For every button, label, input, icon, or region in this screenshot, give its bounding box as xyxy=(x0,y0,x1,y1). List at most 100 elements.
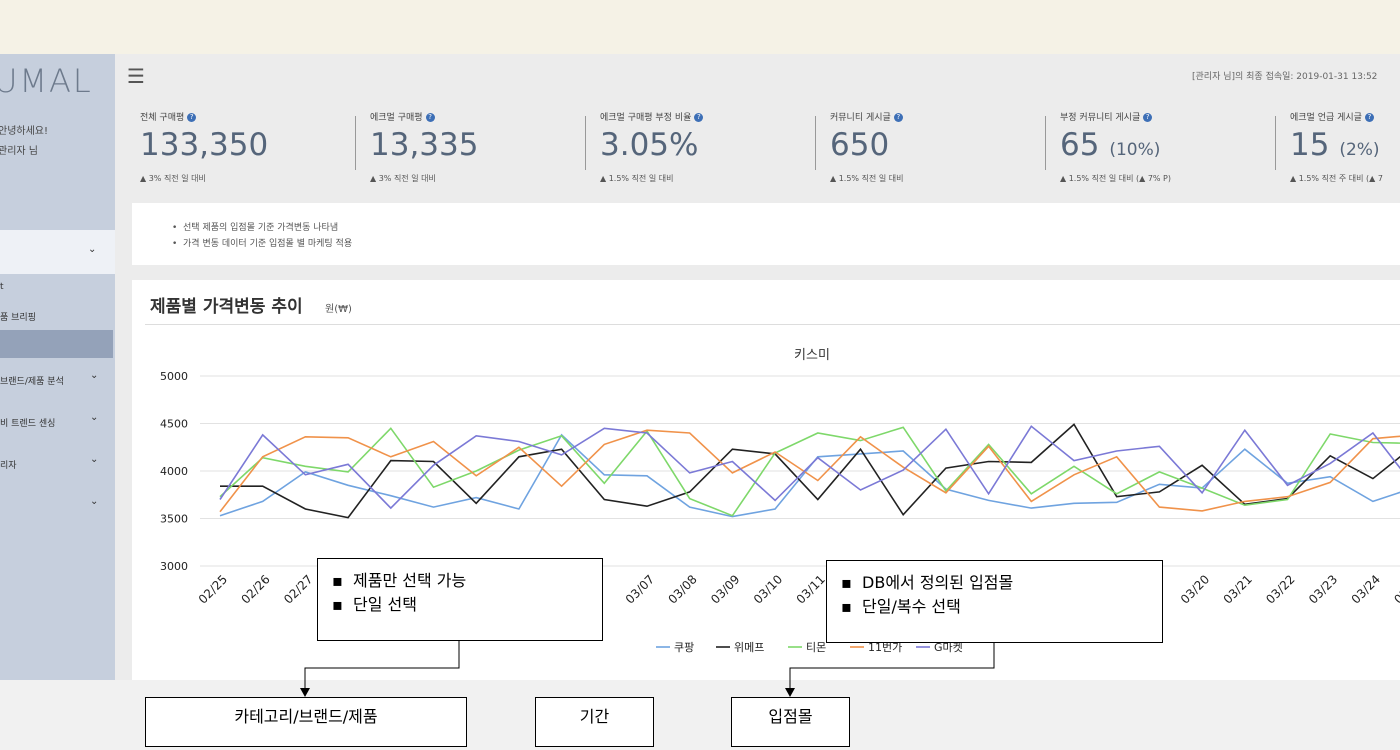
period-filter[interactable]: 기간 xyxy=(535,697,654,747)
note-text: 선택 제품의 입점몰 기준 가격변동 나타냄 xyxy=(183,223,339,233)
y-tick-label: 4000 xyxy=(160,465,188,478)
x-tick-label: 02/26 xyxy=(238,572,272,606)
logo: UMAL xyxy=(0,62,93,100)
help-icon[interactable]: ? xyxy=(1364,113,1374,122)
chart-card-title: 제품별 가격변동 추이 xyxy=(150,297,303,317)
callout-item: ▪ DB에서 정의된 입점몰 xyxy=(841,573,1014,592)
stat-total-reviews: 전체 구매평? 133,350 ▲ 3% 직전 일 대비 xyxy=(140,113,269,183)
x-tick-label: 02/25 xyxy=(196,572,230,606)
y-tick-label: 3500 xyxy=(160,513,188,526)
help-icon[interactable]: ? xyxy=(1143,113,1153,122)
callout-text: 단일/복수 선택 xyxy=(862,597,961,616)
stat-brand-reviews: 에크멀 구매평? 13,335 ▲ 3% 직전 일 대비 xyxy=(370,113,479,183)
menu-icon[interactable]: ☰ xyxy=(127,64,145,88)
callout-product-selection: ▪ 제품만 선택 가능 ▪ 단일 선택 xyxy=(317,558,603,641)
x-tick-label: 03/09 xyxy=(708,572,742,606)
divider xyxy=(585,116,586,170)
note-item: • 가격 변동 데이터 기준 입점몰 별 마케팅 적용 xyxy=(172,239,353,249)
last-login-text: [관리자 님]의 최종 접속일: 2019-01-31 13:52 xyxy=(1192,72,1378,82)
callout-item: ▪ 제품만 선택 가능 xyxy=(332,571,467,590)
sidebar-item-admin[interactable]: 리자 xyxy=(0,458,17,471)
y-tick-label: 4500 xyxy=(160,418,188,431)
callout-mall-selection: ▪ DB에서 정의된 입점몰 ▪ 단일/복수 선택 xyxy=(826,560,1163,643)
sidebar-dropdown[interactable]: ⌄ xyxy=(0,230,115,274)
stat-value: 133,350 xyxy=(140,127,269,163)
stat-change: 1.5% 직전 주 대비 (▲ 7 xyxy=(1298,174,1383,183)
stat-change: 1.5% 직전 일 대비 (▲ 7% P) xyxy=(1068,174,1171,183)
callout-item: ▪ 단일 선택 xyxy=(332,595,417,614)
help-icon[interactable]: ? xyxy=(694,113,704,122)
stat-negative-ratio: 에크멀 구매평 부정 비율? 3.05% ▲ 1.5% 직전 일 대비 xyxy=(600,110,820,184)
stat-brand-mentions: 에크멀 언급 게시글? 15 (2%) ▲ 1.5% 직전 주 대비 (▲ 7 xyxy=(1290,113,1383,183)
sidebar-item-trend-sensing[interactable]: 비 트렌드 센싱 xyxy=(0,416,55,429)
sidebar-item-1[interactable]: t xyxy=(0,282,4,292)
x-tick-label: 03/24 xyxy=(1349,572,1383,606)
stat-value: 65 xyxy=(1060,127,1100,163)
stat-value: 650 xyxy=(830,127,890,163)
legend-label: 위메프 xyxy=(734,641,764,654)
divider xyxy=(145,324,1400,325)
chart-title: 키스미 xyxy=(794,348,830,363)
divider xyxy=(355,116,356,170)
stat-label: 커뮤니티 게시글 xyxy=(830,113,891,123)
sidebar-item-brand-analysis[interactable]: 브랜드/제품 분석 xyxy=(0,374,64,387)
callout-item: ▪ 단일/복수 선택 xyxy=(841,597,961,616)
x-tick-label: 03/08 xyxy=(665,572,699,606)
mall-filter[interactable]: 입점몰 xyxy=(731,697,850,747)
divider xyxy=(815,116,816,170)
arrow-head xyxy=(785,688,795,697)
stat-change: 3% 직전 일 대비 xyxy=(378,174,436,183)
help-icon[interactable]: ? xyxy=(187,113,197,122)
chevron-down-icon: ⌄ xyxy=(90,412,99,423)
stat-negative-community: 부정 커뮤니티 게시글? 65 (10%) ▲ 1.5% 직전 일 대비 (▲ … xyxy=(1060,113,1171,183)
x-tick-label: 03/07 xyxy=(623,572,657,606)
description-panel xyxy=(132,203,1400,265)
x-tick-label: 02/27 xyxy=(281,572,315,606)
help-icon[interactable]: ? xyxy=(425,113,435,122)
stat-percent: (2%) xyxy=(1339,140,1380,160)
stat-label: 에크멀 언급 게시글 xyxy=(1290,113,1362,123)
divider xyxy=(1045,116,1046,170)
legend-label: 티몬 xyxy=(806,641,826,654)
stat-community-posts: 커뮤니티 게시글? 650 ▲ 1.5% 직전 일 대비 xyxy=(830,113,904,183)
chart-unit: 원(₩) xyxy=(325,304,352,315)
sidebar: UMAL 안녕하세요! 관리자 님 ⌄ t 품 브리핑 브랜드/제품 분석 ⌄ … xyxy=(0,54,115,680)
x-tick-label: 03/21 xyxy=(1221,572,1255,606)
stat-label: 부정 커뮤니티 게시글 xyxy=(1060,113,1141,123)
chevron-down-icon: ⌄ xyxy=(90,454,99,465)
y-tick-label: 3000 xyxy=(160,560,188,573)
x-tick-label: 03/25 xyxy=(1391,572,1400,606)
note-item: • 선택 제품의 입점몰 기준 가격변동 나타냄 xyxy=(172,223,339,233)
stat-label: 전체 구매평 xyxy=(140,113,185,123)
stat-value: 3.05% xyxy=(600,127,699,163)
legend-label: 쿠팡 xyxy=(674,641,694,654)
x-tick-label: 03/20 xyxy=(1178,572,1212,606)
x-tick-label: 03/22 xyxy=(1263,572,1297,606)
stat-percent: (10%) xyxy=(1109,140,1161,160)
chevron-down-icon: ⌄ xyxy=(90,370,99,381)
divider xyxy=(1275,116,1276,170)
chevron-down-icon[interactable]: ⌄ xyxy=(90,496,98,507)
top-banner xyxy=(0,0,1400,54)
stat-label: 에크멀 구매평 부정 비율 xyxy=(600,113,692,123)
callout-text: 단일 선택 xyxy=(353,595,417,614)
arrow-head xyxy=(300,688,310,697)
user-name: 관리자 님 xyxy=(0,146,38,157)
x-tick-label: 03/10 xyxy=(751,572,785,606)
greeting-text: 안녕하세요! xyxy=(0,126,49,137)
note-text: 가격 변동 데이터 기준 입점몰 별 마케팅 적용 xyxy=(183,239,353,249)
sidebar-item-briefing[interactable]: 품 브리핑 xyxy=(0,310,36,323)
stat-change: 1.5% 직전 일 대비 xyxy=(608,174,674,183)
stat-change: 3% 직전 일 대비 xyxy=(148,174,206,183)
x-tick-label: 03/23 xyxy=(1306,572,1340,606)
callout-text: 제품만 선택 가능 xyxy=(353,571,467,590)
category-brand-product-filter[interactable]: 카테고리/브랜드/제품 xyxy=(145,697,467,747)
sidebar-item-selected[interactable] xyxy=(0,330,113,358)
stat-value: 13,335 xyxy=(370,127,479,163)
chevron-down-icon: ⌄ xyxy=(88,244,97,255)
stat-value: 15 xyxy=(1290,127,1330,163)
callout-text: DB에서 정의된 입점몰 xyxy=(862,573,1014,592)
help-icon[interactable]: ? xyxy=(893,113,903,122)
x-tick-label: 03/11 xyxy=(794,572,828,606)
stat-label: 에크멀 구매평 xyxy=(370,113,423,123)
